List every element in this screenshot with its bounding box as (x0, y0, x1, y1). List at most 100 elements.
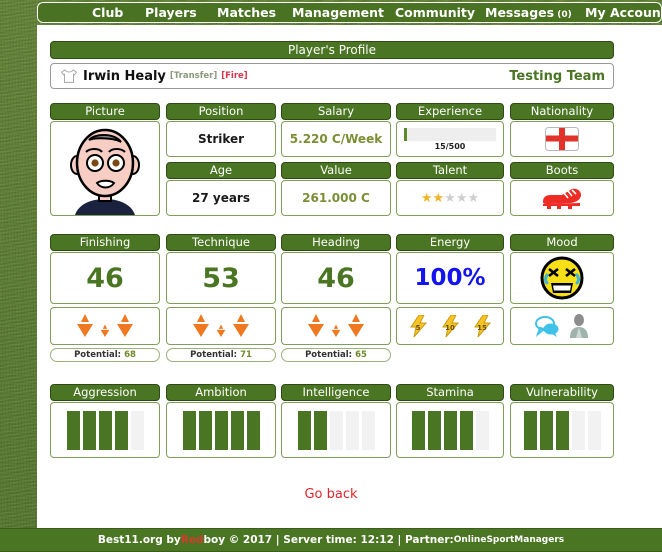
potential-value: 71 (240, 350, 252, 360)
meter-segment (411, 410, 425, 450)
fire-link[interactable]: [Fire] (221, 71, 247, 81)
picture-card-header: Picture (50, 103, 160, 120)
experience-bar-fill (404, 127, 408, 141)
attribute-meter (297, 410, 375, 450)
training-cone-icon (308, 314, 324, 337)
mood-action-row (534, 314, 590, 338)
meter-segment (114, 410, 128, 450)
nav-item-label: My Account (585, 5, 662, 20)
potential-value: 65 (355, 350, 367, 360)
meter-segment (66, 410, 80, 450)
mood-actions-body (510, 307, 614, 345)
training-cone-icon (193, 314, 209, 337)
skill-training-box-technique (166, 307, 276, 345)
training-cone-row (190, 314, 252, 338)
energy-card-header: Energy (396, 234, 504, 251)
player-avatar (55, 122, 155, 215)
meter-segment (230, 410, 244, 450)
meter-segment (98, 410, 112, 450)
angry-crying-face-icon (540, 256, 584, 300)
attribute-header-aggression: Aggression (50, 384, 160, 401)
value-card-header: Value (281, 162, 391, 179)
mood-card-body (510, 252, 614, 304)
meter-segment (182, 410, 196, 450)
england-flag-icon (545, 127, 579, 151)
bolt-label: 10 (445, 324, 455, 332)
boots-card-header: Boots (510, 162, 614, 179)
talent-card-header: Talent (396, 162, 504, 179)
bolt-label: 15 (477, 324, 487, 332)
skill-value-box-heading: 46 (281, 252, 391, 304)
manager-person-icon[interactable] (568, 314, 590, 338)
age-value: 27 years (192, 191, 250, 205)
experience-value: 15/500 (434, 141, 466, 151)
position-card-header: Position (166, 103, 276, 120)
salary-card-body: 5.220 C/Week (281, 121, 391, 157)
skill-value-box-technique: 53 (166, 252, 276, 304)
footer-prefix: Best11.org by (97, 534, 181, 546)
training-cone-icon (348, 314, 364, 337)
meter-segment (555, 410, 569, 450)
nav-item-management[interactable]: Management (290, 5, 386, 20)
skill-header-technique: Technique (166, 234, 276, 251)
value-value: 261.000 C (302, 191, 370, 205)
meter-segment (130, 410, 144, 450)
footer: Best11.org by Red boy © 2017 | Server tim… (0, 528, 662, 552)
meter-segment (539, 410, 553, 450)
nav-item-community[interactable]: Community (393, 5, 477, 20)
nav-item-players[interactable]: Players (143, 5, 199, 20)
training-cone-icon (216, 324, 226, 337)
training-cone-row (305, 314, 367, 338)
football-boot-icon (543, 188, 581, 209)
skill-training-box-finishing (50, 307, 160, 345)
potential-label: Potential: (74, 350, 122, 360)
salary-card-header: Salary (281, 103, 391, 120)
potential-box-technique: Potential: 71 (166, 348, 276, 362)
talent-star: ★ (444, 190, 456, 206)
nav-item-matches[interactable]: Matches (215, 5, 278, 20)
energy-bolt[interactable]: 15 (473, 314, 491, 339)
transfer-link[interactable]: [Transfer] (170, 71, 217, 81)
attribute-meter-box-vulnerability (510, 402, 614, 458)
skill-header-finishing: Finishing (50, 234, 160, 251)
nav-item-club[interactable]: Club (90, 5, 125, 20)
mood-card-header: Mood (510, 234, 614, 251)
meter-segment (443, 410, 457, 450)
player-name-row: Irwin Healy [Transfer] [Fire] Testing Te… (50, 63, 614, 89)
meter-segment (427, 410, 441, 450)
go-back-link[interactable]: Go back (0, 487, 662, 502)
meter-segment (214, 410, 228, 450)
picture-card-body (50, 121, 160, 216)
energy-bolt[interactable]: 5 (409, 314, 427, 339)
training-cone-icon (233, 314, 249, 337)
meter-segment (587, 410, 601, 450)
bolt-label: 5 (415, 324, 421, 332)
attribute-meter (523, 410, 601, 450)
nav-item-label: Players (145, 5, 197, 20)
player-profile-page: Club Players Matches Management Community Mes… (0, 0, 662, 552)
meter-segment (345, 410, 359, 450)
nav-item-my-account[interactable]: My Account (583, 5, 662, 20)
talent-star: ★ (432, 190, 445, 206)
skill-header-heading: Heading (281, 234, 391, 251)
boots-card-body (510, 180, 614, 216)
attribute-meter-box-ambition (166, 402, 276, 458)
training-cone-row (74, 314, 136, 338)
energy-bolt-row: 5 10 15 (409, 314, 491, 339)
potential-label: Potential: (305, 350, 353, 360)
attribute-header-intelligence: Intelligence (281, 384, 391, 401)
attribute-meter-box-intelligence (281, 402, 391, 458)
age-card-body: 27 years (166, 180, 276, 216)
experience-card-body: 15/500 (396, 121, 504, 157)
nav-item-messages[interactable]: Messages (0) (483, 5, 574, 20)
meter-segment (571, 410, 585, 450)
skill-value: 46 (86, 262, 124, 294)
energy-bolt[interactable]: 10 (441, 314, 459, 339)
footer-partner[interactable]: OnlineSportManagers (454, 535, 564, 545)
page-title: Player's Profile (50, 41, 614, 59)
talent-star: ★ (455, 190, 468, 206)
speech-bubble-icon[interactable] (534, 315, 561, 337)
nav-item-label: Matches (217, 5, 277, 20)
attribute-header-vulnerability: Vulnerability (510, 384, 614, 401)
attribute-header-ambition: Ambition (166, 384, 276, 401)
